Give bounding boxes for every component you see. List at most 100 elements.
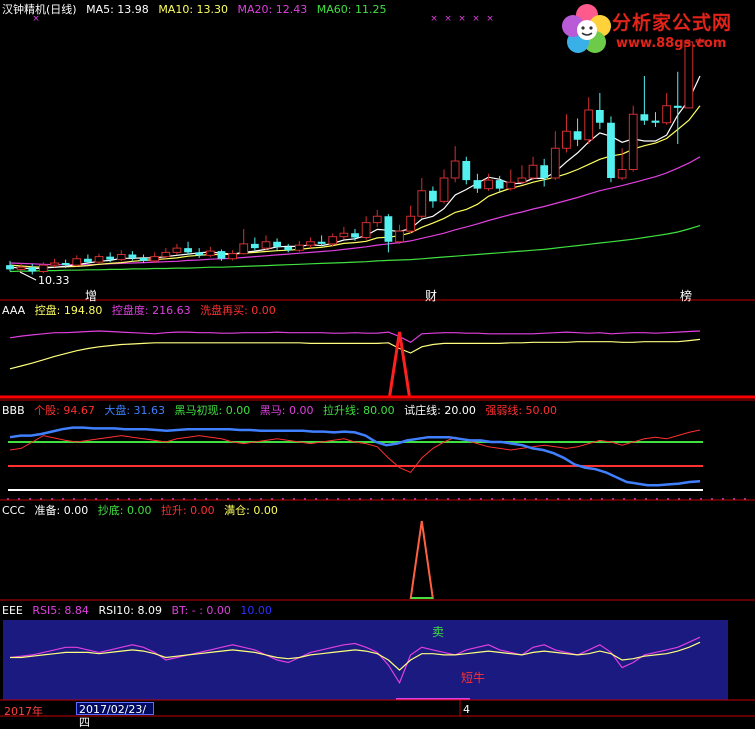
low-price-pointer [19, 271, 37, 281]
footer-num: 4 [463, 703, 470, 716]
logo-url: www.88gs.com [616, 36, 727, 51]
bbb-heima-chu: 黑马初现: 0.00 [174, 404, 251, 417]
candle-body [395, 230, 404, 243]
candle-body [640, 114, 649, 121]
candle-body [607, 122, 615, 178]
candle-body [439, 177, 449, 202]
candle-body [172, 247, 182, 253]
ccc-mancang: 满仓: 0.00 [224, 504, 278, 517]
logo-title: 分析家公式网 [612, 12, 733, 34]
candle-body [495, 180, 504, 189]
site-logo[interactable]: 分析家公式网 www.88gs.com [560, 2, 750, 58]
aaa-header: AAA 控盘: 194.80 控盘度: 216.63 洗盘再买: 0.00 [2, 304, 282, 317]
aaa-kongpandu: 控盘度: 216.63 [111, 304, 191, 317]
candle-body [72, 258, 82, 266]
candle-body [417, 190, 427, 217]
candle-body [228, 253, 237, 260]
ccc-name: CCC [2, 504, 26, 517]
candle-body [517, 177, 527, 183]
candle-body [406, 215, 416, 232]
candle-body [205, 250, 215, 256]
candle-body [540, 165, 549, 178]
candle-body [38, 264, 48, 272]
x-marker: × [486, 14, 494, 24]
candle-body [662, 105, 672, 124]
candle-body [139, 257, 148, 261]
eee-rsi5: RSI5: 8.84 [32, 604, 89, 617]
bbb-shizhuang: 试庄线: 20.00 [404, 404, 476, 417]
candle-body [61, 263, 70, 266]
aaa-name: AAA [2, 304, 26, 317]
eee-indicator-panel[interactable] [3, 620, 728, 700]
candle-body [595, 110, 604, 123]
ma60-value: MA60: 11.25 [316, 3, 387, 16]
x-marker: × [458, 14, 466, 24]
candle-body [84, 258, 92, 263]
candle-body [239, 243, 249, 255]
tag-bang: 榜 [680, 289, 693, 303]
candle-body [462, 161, 471, 181]
candle-body [217, 251, 226, 259]
candle-body [28, 267, 37, 272]
candle-body [328, 236, 338, 245]
series-kongpandu-line [9, 330, 701, 344]
candle-body [339, 232, 349, 238]
tag-cai: 财 [425, 289, 438, 303]
candle-body [361, 222, 371, 238]
xipan-spike [387, 331, 412, 399]
candle-body [429, 190, 437, 202]
series-ma20-line [9, 156, 701, 266]
ma5-value: MA5: 13.98 [86, 3, 149, 16]
main-header: 汉钟精机(日线) MA5: 13.98 MA10: 13.30 MA20: 12… [2, 3, 392, 16]
eee-background [3, 620, 728, 700]
candle-body [250, 243, 259, 249]
candle-body [161, 251, 171, 258]
x-marker: × [472, 14, 480, 24]
candle-body [506, 181, 516, 190]
candle-body [195, 252, 204, 256]
bbb-lasheng: 拉升线: 80.00 [322, 404, 395, 417]
candle-body [94, 256, 104, 263]
candle-body [106, 256, 115, 260]
candle-body [351, 233, 359, 238]
candle-body [651, 120, 660, 123]
ccc-zhunbei: 准备: 0.00 [34, 504, 89, 517]
candle-body [284, 246, 293, 251]
ccc-lasheng: 拉升: 0.00 [160, 504, 215, 517]
eee-bt: BT: - : 0.00 [171, 604, 231, 617]
ccc-header: CCC 准备: 0.00 抄底: 0.00 拉升: 0.00 满仓: 0.00 [2, 504, 284, 517]
eee-rsi10: RSI10: 8.09 [98, 604, 162, 617]
candle-body [6, 265, 14, 270]
candle-body [528, 164, 538, 179]
ccc-spike [409, 520, 434, 599]
ccc-indicator-panel[interactable] [409, 520, 434, 599]
footer-date[interactable]: 2017/02/23/四 [76, 702, 154, 729]
candle-body [317, 241, 326, 244]
candle-body [562, 130, 571, 149]
x-marker: × [430, 14, 438, 24]
candle-body [628, 113, 638, 170]
candle-body [673, 105, 682, 108]
candle-body [473, 180, 482, 189]
eee-name: EEE [2, 604, 23, 617]
candle-body [273, 241, 281, 247]
candle-body [584, 109, 594, 141]
eee-header: EEE RSI5: 8.84 RSI10: 8.09 BT: - : 0.00 … [2, 604, 278, 617]
candle-body [116, 254, 126, 261]
eee-extra: 10.00 [240, 604, 272, 617]
candle-body [128, 254, 137, 258]
candle-body [306, 241, 315, 246]
bbb-indicator-panel[interactable] [7, 426, 746, 500]
ma10-value: MA10: 13.30 [158, 3, 229, 16]
candle-body [450, 160, 460, 179]
aaa-indicator-panel[interactable] [0, 330, 755, 399]
candle-body [50, 262, 59, 266]
bbb-dapan: 大盘: 31.63 [104, 404, 166, 417]
stock-name: 汉钟精机(日线) [2, 3, 77, 16]
x-marker: × [444, 14, 452, 24]
candle-body [384, 216, 393, 242]
candle-body [294, 244, 304, 251]
bbb-gegu: 个股: 94.67 [34, 404, 95, 417]
candle-body [261, 241, 271, 249]
candle-body [16, 266, 26, 270]
